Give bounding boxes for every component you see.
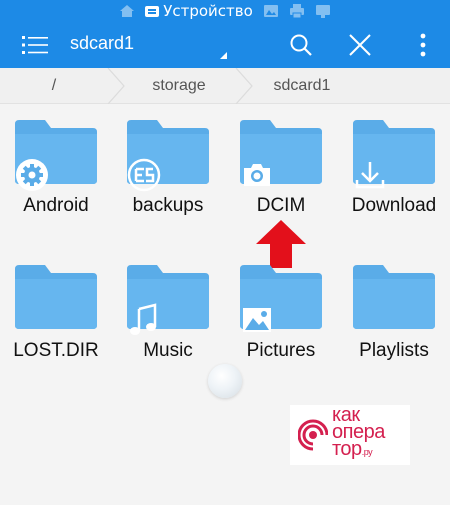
- watermark-line-3: тор: [332, 438, 362, 460]
- more-vert-icon: [420, 33, 426, 57]
- printer-status-icon: [289, 3, 305, 19]
- search-icon: [290, 34, 312, 56]
- window-title[interactable]: sdcard1: [70, 33, 134, 54]
- device-indicator[interactable]: Устройство: [145, 2, 253, 20]
- folder-icon: [15, 265, 97, 329]
- menu-list-icon: [22, 36, 48, 54]
- watermark-text: как опера тор.ру: [332, 405, 385, 461]
- floating-action-button[interactable]: [208, 364, 242, 398]
- folder-playlists[interactable]: Playlists: [338, 265, 450, 395]
- watermark-logo: как опера тор.ру: [290, 405, 410, 465]
- close-button[interactable]: [343, 22, 377, 68]
- folder-pictures[interactable]: Pictures: [225, 265, 337, 395]
- folder-label: Playlists: [359, 340, 429, 361]
- folder-music[interactable]: Music: [112, 265, 224, 395]
- home-icon: [119, 3, 135, 19]
- folder-icon: [353, 265, 435, 329]
- close-icon: [349, 34, 371, 56]
- more-options-button[interactable]: [408, 22, 438, 68]
- folder-backups[interactable]: backups: [112, 120, 224, 250]
- breadcrumb-storage[interactable]: storage: [124, 68, 234, 104]
- folder-label: Download: [351, 195, 437, 216]
- image-icon: [243, 308, 271, 332]
- es-logo-icon: [127, 158, 161, 192]
- breadcrumb-sdcard1[interactable]: sdcard1: [252, 68, 352, 104]
- menu-button[interactable]: [18, 22, 52, 68]
- status-bar: Устройство: [0, 0, 450, 22]
- folder-lost-dir[interactable]: LOST.DIR: [0, 265, 112, 395]
- breadcrumb-root[interactable]: /: [0, 68, 108, 104]
- download-icon: [355, 162, 385, 189]
- breadcrumb-separator: [235, 68, 253, 104]
- toolbar: sdcard1: [0, 22, 450, 68]
- device-icon: [145, 5, 160, 17]
- watermark-suffix: .ру: [361, 447, 373, 457]
- music-note-icon: [130, 303, 157, 335]
- red-arrow-annotation: [256, 220, 306, 268]
- folder-download[interactable]: Download: [338, 120, 450, 250]
- breadcrumb-separator: [107, 68, 125, 104]
- device-label: Устройство: [163, 2, 253, 20]
- search-button[interactable]: [284, 22, 318, 68]
- signal-logo-icon: [298, 419, 328, 451]
- monitor-status-icon: [315, 3, 331, 19]
- breadcrumb: / storage sdcard1: [0, 68, 450, 104]
- image-status-icon: [263, 3, 279, 19]
- gear-icon: [16, 159, 48, 191]
- folder-android[interactable]: Android: [0, 120, 112, 250]
- title-dropdown-icon[interactable]: [220, 52, 227, 59]
- camera-icon: [244, 164, 270, 186]
